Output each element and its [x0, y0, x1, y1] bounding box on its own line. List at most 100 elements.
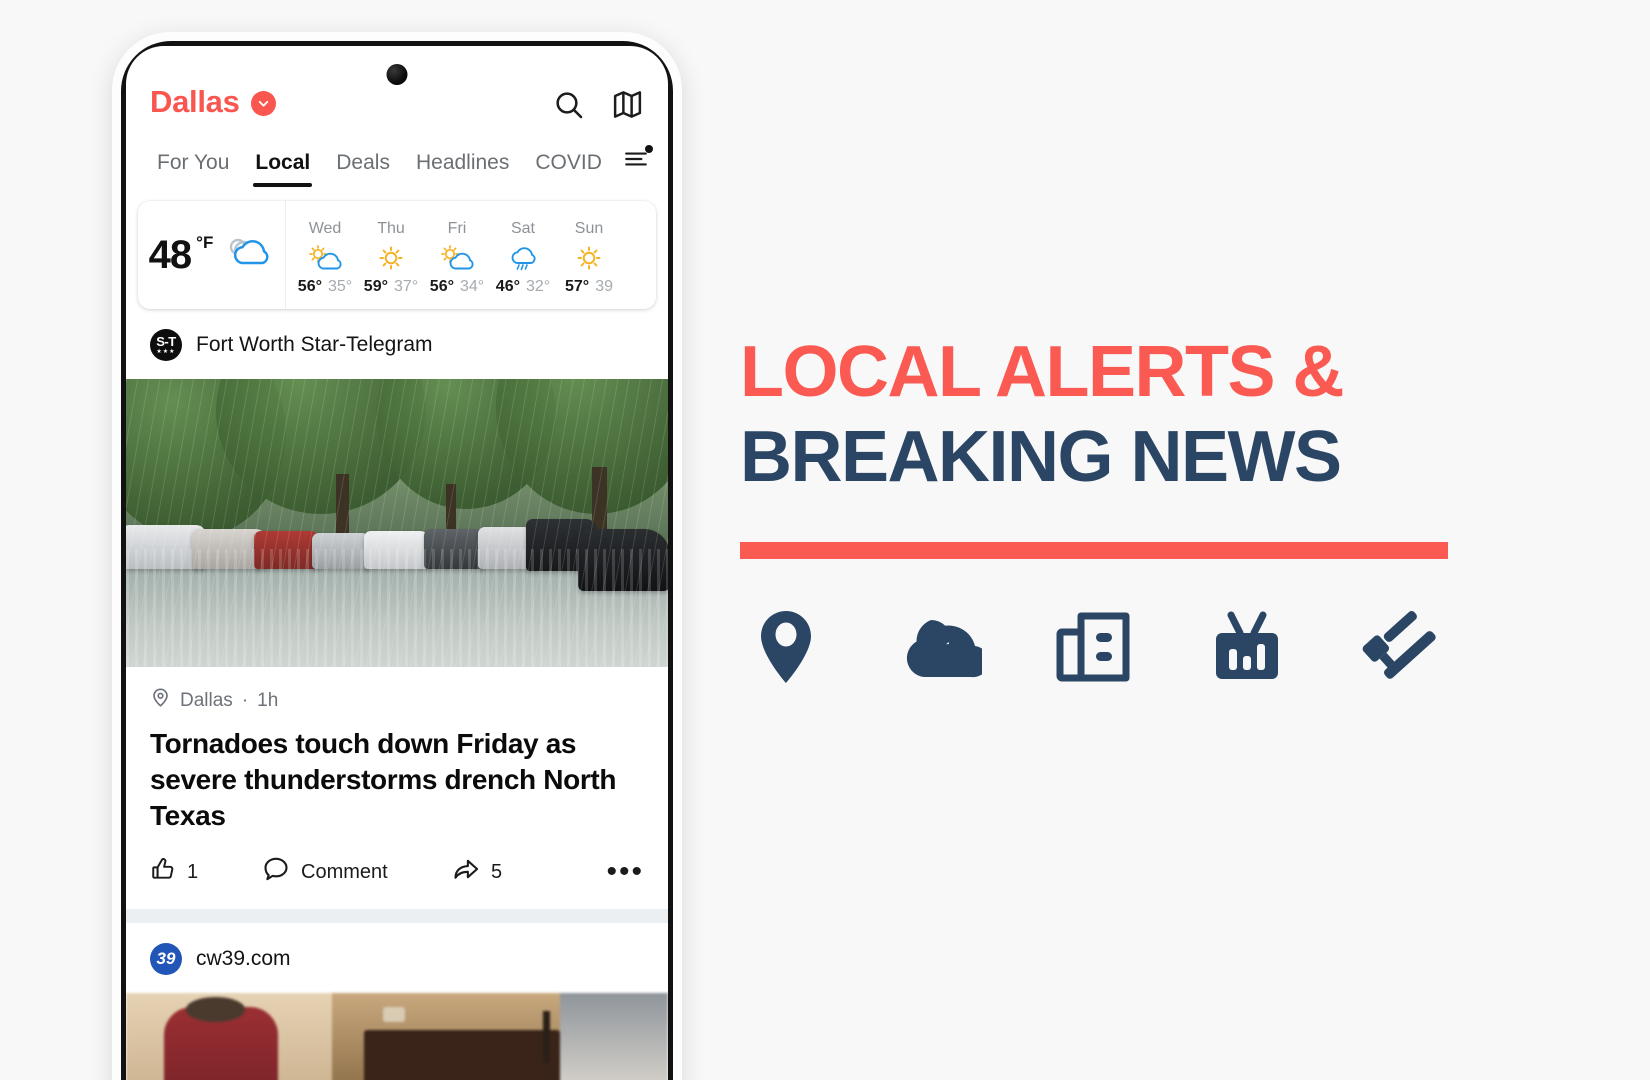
forecast-day: Wed 56° 35° [292, 201, 358, 309]
city-name: Dallas [150, 84, 240, 119]
sunny-icon [374, 241, 408, 275]
tab-deals[interactable]: Deals [323, 147, 403, 187]
promo-accent-rule [740, 541, 1448, 559]
forecast-high: 46° [495, 278, 520, 295]
search-icon[interactable] [553, 89, 585, 126]
publisher-name: Fort Worth Star-Telegram [196, 333, 433, 356]
weather-forecast: Wed 56° 35° Thu 59° 37° Fri 56° 34° Sat … [286, 201, 656, 309]
phone-screen: Dallas For You Local Deals Headlines COV… [126, 46, 668, 1080]
gavel-icon [1354, 607, 1446, 687]
forecast-low: 32° [526, 278, 551, 295]
article-time: 1h [257, 689, 279, 711]
forecast-day: Sat 46° 32° [490, 201, 556, 309]
menu-notification-dot [644, 145, 653, 153]
promo-panel: LOCAL ALERTS & BREAKING NEWS [740, 330, 1500, 687]
chevron-down-icon[interactable] [250, 91, 276, 116]
rain-overlay [126, 379, 668, 667]
photo-cord [543, 1010, 550, 1063]
tab-covid[interactable]: COVID [522, 147, 615, 187]
share-button[interactable]: 5 [452, 855, 572, 889]
publisher-row[interactable]: S-T ★★★ Fort Worth Star-Telegram [126, 309, 668, 379]
promo-headline-line2: BREAKING NEWS [740, 416, 1342, 497]
like-count: 1 [187, 860, 199, 883]
forecast-temps: 56° 35° [298, 278, 352, 296]
weather-current: 48 °F [138, 201, 286, 309]
like-button[interactable]: 1 [150, 856, 262, 888]
tv-icon [1201, 607, 1293, 687]
comment-button[interactable]: Comment [262, 855, 452, 889]
forecast-dow: Thu [377, 220, 405, 237]
promo-headline-line1: LOCAL ALERTS & [740, 332, 1345, 412]
more-horizontal-icon[interactable]: ••• [606, 857, 644, 887]
tab-local[interactable]: Local [242, 147, 323, 187]
forecast-dow: Sun [574, 220, 604, 237]
forecast-low: 35° [328, 278, 353, 295]
forecast-day: Fri 56° 34° [424, 201, 490, 309]
card-divider [126, 909, 668, 924]
front-camera-icon [386, 64, 408, 85]
promo-feature-icons [740, 607, 1452, 687]
article-meta: Dallas · 1h [150, 687, 644, 714]
share-count: 5 [491, 860, 503, 883]
rain-cloud-icon [506, 241, 540, 275]
forecast-high: 57° [565, 278, 590, 295]
city-selector[interactable]: Dallas [150, 84, 276, 120]
publisher-logo-text: S-T [156, 334, 176, 349]
cw39-logo: 39 [150, 943, 182, 976]
star-telegram-logo: S-T ★★★ [150, 329, 182, 361]
sunny-icon [572, 241, 606, 275]
header-actions [553, 88, 644, 126]
location-pin-icon [150, 687, 171, 714]
forecast-low: 37° [394, 278, 419, 295]
hamburger-menu-icon[interactable] [621, 145, 653, 187]
forecast-temps: 59° 37° [364, 278, 418, 296]
phone-mockup: Dallas For You Local Deals Headlines COV… [112, 32, 682, 1080]
next-article-image[interactable] [126, 993, 668, 1080]
forecast-dow: Wed [308, 220, 342, 237]
article-headline[interactable]: Tornadoes touch down Friday as severe th… [150, 726, 644, 833]
newspaper-icon [1047, 607, 1139, 687]
cloudy-icon [222, 233, 274, 278]
forecast-high: 56° [429, 278, 454, 295]
thumbs-up-icon [150, 856, 176, 888]
forecast-low: 34° [460, 278, 485, 295]
meta-separator: · [241, 689, 249, 711]
forecast-high: 59° [363, 278, 388, 295]
app-header: Dallas [126, 46, 668, 138]
forecast-day: Sun 57° 39 [556, 201, 622, 309]
temperature-unit: °F [196, 233, 214, 252]
publisher-logo-stars: ★★★ [156, 349, 176, 355]
article-action-bar: 1 Comment 5 ••• [126, 833, 668, 909]
forecast-temps: 46° 32° [496, 278, 550, 296]
forecast-high: 56° [297, 278, 322, 295]
article-body: Dallas · 1h Tornadoes touch down Friday … [126, 667, 668, 833]
article-location: Dallas [180, 689, 233, 711]
promo-screenshot: Dallas For You Local Deals Headlines COV… [0, 0, 1650, 1080]
photo-subject-head [185, 997, 246, 1022]
partly-sunny-icon [306, 241, 344, 275]
weather-cloud-icon [894, 607, 986, 687]
forecast-temps: 57° 39 [565, 278, 613, 296]
share-arrow-icon [452, 855, 480, 889]
forecast-dow: Sat [510, 220, 535, 237]
tab-headlines[interactable]: Headlines [403, 147, 522, 187]
section-tabs: For You Local Deals Headlines COVID [126, 138, 668, 187]
comment-bubble-icon [262, 855, 290, 889]
photo-region [559, 993, 668, 1080]
forecast-dow: Fri [447, 220, 467, 237]
forecast-temps: 56° 34° [430, 278, 484, 296]
publisher-name: cw39.com [196, 947, 291, 971]
article-hero-image[interactable] [126, 379, 668, 667]
comment-label: Comment [301, 860, 388, 883]
location-pin-icon [740, 607, 832, 687]
map-icon[interactable] [611, 88, 644, 126]
publisher-logo-text: 39 [156, 949, 176, 969]
partly-sunny-icon [438, 241, 476, 275]
tab-for-you[interactable]: For You [144, 147, 242, 187]
forecast-low: 39 [595, 278, 613, 295]
current-temperature: 48 [148, 232, 192, 277]
forecast-day: Thu 59° 37° [358, 201, 424, 309]
weather-widget[interactable]: 48 °F Wed 56° 35° Thu 59° 37° Fri 56° 34… [138, 201, 656, 309]
photo-lamp [383, 1006, 406, 1022]
publisher-row[interactable]: 39 cw39.com [126, 923, 668, 993]
